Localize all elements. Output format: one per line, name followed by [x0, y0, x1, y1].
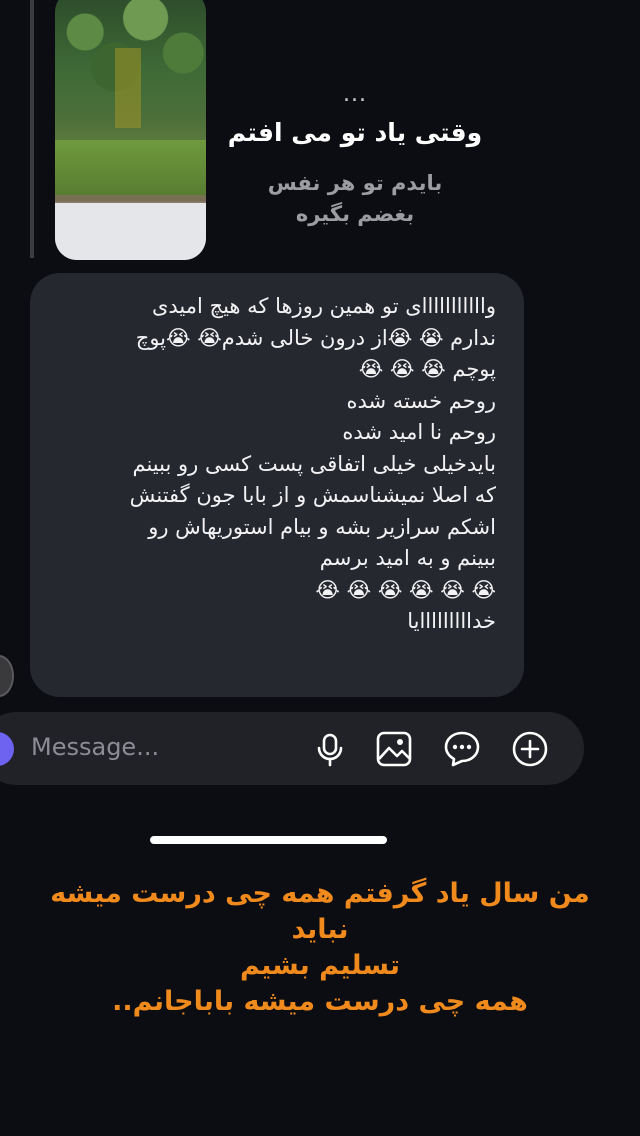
story-yellow-overlay	[115, 48, 141, 128]
overlay-caption: من سال یاد گرفتم همه چی درست میشه نباید …	[30, 876, 610, 1020]
message-line: بایدخیلی خیلی اتفاقی پست کسی رو ببینم	[132, 451, 496, 476]
camera-button[interactable]	[0, 732, 14, 766]
story-subtitle: بایدم تو هر نفس بغضم بگیره	[267, 171, 443, 226]
message-bubble[interactable]: وااااااااااای تو همین روزها که هیچ امیدی…	[30, 273, 524, 697]
image-icon[interactable]	[375, 730, 413, 768]
story-thumbnail[interactable]	[55, 0, 206, 260]
home-indicator[interactable]	[150, 836, 387, 844]
sticker-icon[interactable]	[443, 730, 481, 768]
reply-indicator-bar	[30, 0, 34, 258]
microphone-icon[interactable]	[311, 730, 349, 768]
story-title: وقتی یاد تو می افتم	[227, 118, 483, 147]
message-line: 😭 😭 😭 😭 😭 😭	[315, 577, 496, 602]
plus-icon[interactable]	[511, 730, 549, 768]
message-line: که اصلا نمیشناسمش و از بابا جون گفتنش	[129, 483, 496, 507]
message-line: ببینم و به امید برسم	[319, 546, 496, 570]
caption-line: همه چی درست میشه باباجانم..	[112, 986, 528, 1017]
message-composer[interactable]: Message...	[0, 712, 584, 785]
caption-line: تسلیم بشیم	[239, 950, 401, 981]
message-line: ندارم 😭 😭از درون خالی شدم😭 😭پوچ	[135, 325, 496, 350]
story-patio	[55, 203, 206, 260]
sender-avatar[interactable]	[0, 655, 14, 697]
message-line: روحم نا امید شده	[342, 420, 496, 444]
message-line: پوچم 😭 😭 😭	[358, 357, 496, 381]
caption-line: من سال یاد گرفتم همه چی درست میشه نباید	[50, 878, 590, 945]
message-input[interactable]: Message...	[31, 733, 159, 761]
story-text-dots: ...	[343, 82, 367, 107]
message-line: خدااااااااایا	[407, 609, 496, 633]
message-line: روحم خسته شده	[346, 388, 496, 413]
message-line: اشکم سرازیر بشه و بیام استوریهاش رو	[148, 514, 496, 539]
story-lawn	[55, 140, 206, 195]
message-line: وااااااااااای تو همین روزها که هیچ امیدی	[151, 294, 496, 318]
